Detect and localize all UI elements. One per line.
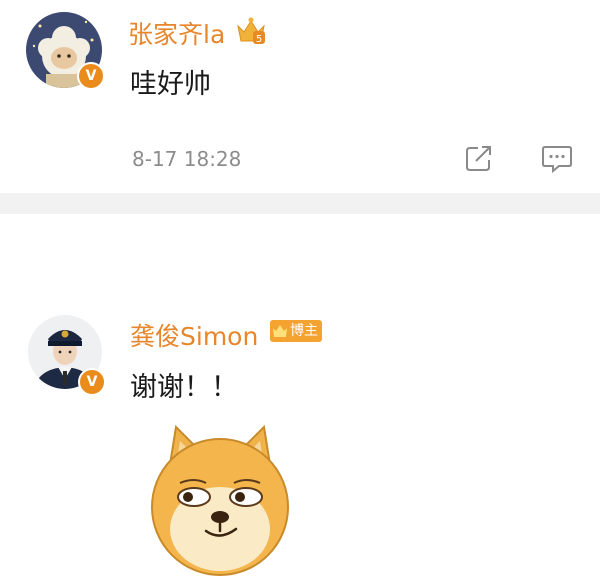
blogger-badge-label: 博主 <box>290 323 318 339</box>
comment-item: V 张家齐la 5 哇好帅 8-17 18:28 <box>0 0 600 193</box>
crown-icon <box>273 325 287 337</box>
verified-badge: V <box>77 62 105 90</box>
blogger-badge: 博主 <box>270 320 322 342</box>
comment-text: 谢谢！！ <box>130 372 238 403</box>
comment-timestamp: 8-17 18:28 <box>132 147 242 171</box>
doge-emoji-icon <box>151 424 289 576</box>
comment-item: V 龚俊Simon 博主 谢谢！！ <box>0 214 600 583</box>
share-icon[interactable] <box>464 144 494 174</box>
member-crown-icon: 5 <box>237 17 265 45</box>
svg-text:5: 5 <box>256 34 262 45</box>
verified-badge: V <box>78 368 106 396</box>
comment-username[interactable]: 龚俊Simon <box>130 317 258 353</box>
section-divider <box>0 193 600 214</box>
comment-text: 哇好帅 <box>130 69 211 100</box>
comment-username[interactable]: 张家齐la <box>128 15 225 51</box>
reply-comment-icon[interactable] <box>541 144 573 174</box>
